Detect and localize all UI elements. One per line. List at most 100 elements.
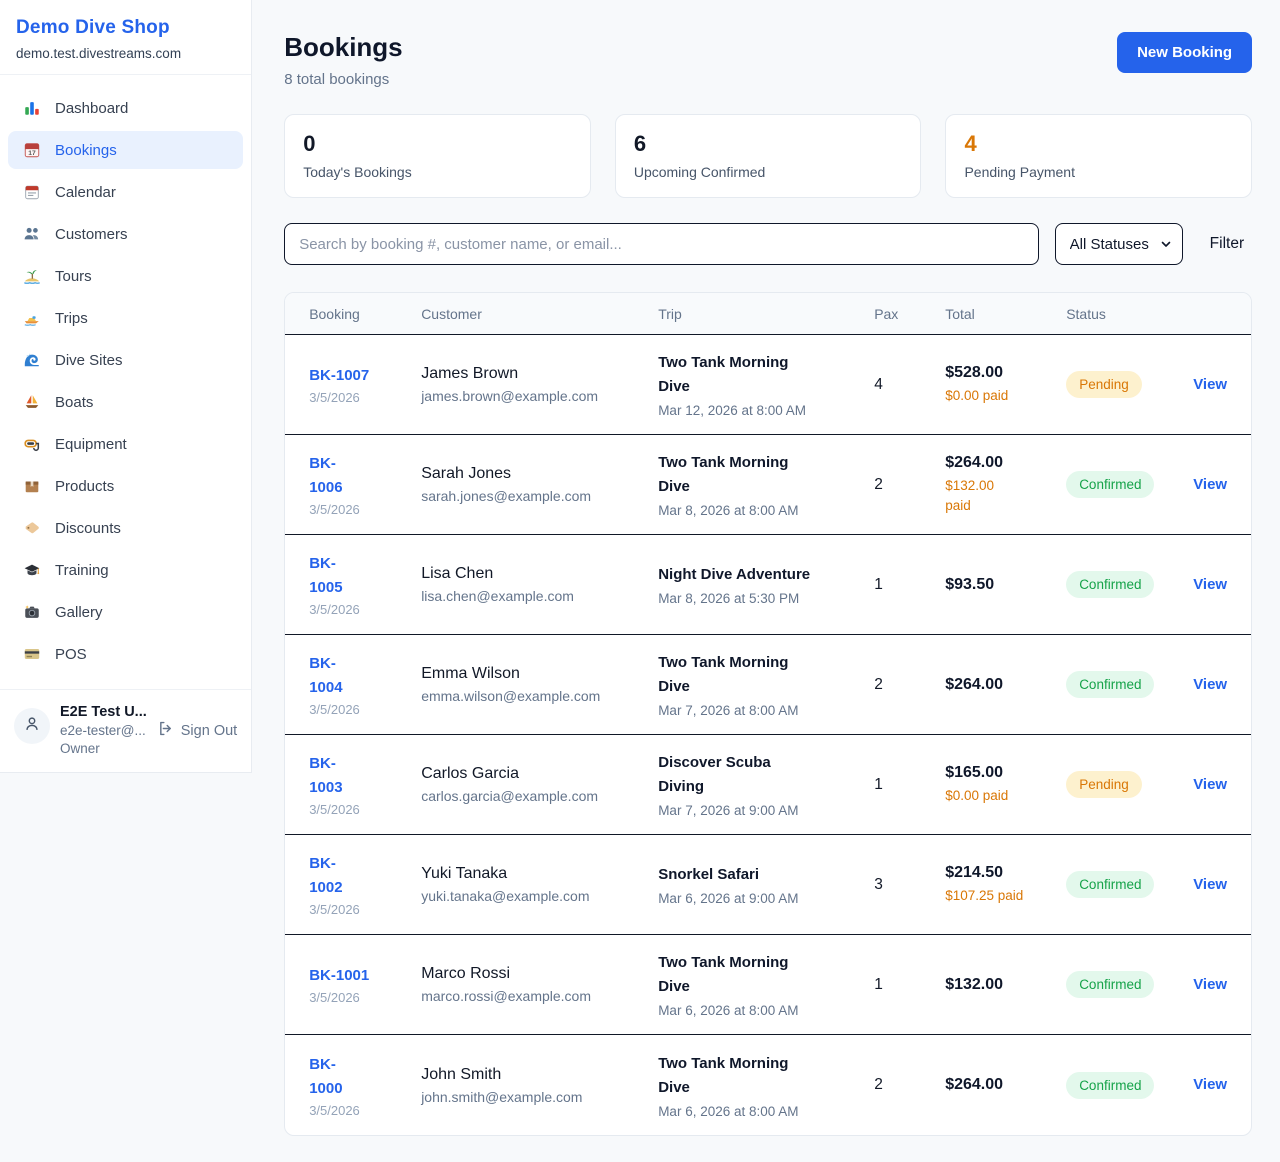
column-header-total: Total: [945, 306, 1066, 322]
status-badge: Confirmed: [1066, 871, 1154, 898]
brand-name[interactable]: Demo Dive Shop: [16, 17, 235, 39]
sidebar-item-dive-sites[interactable]: Dive Sites: [8, 341, 243, 379]
customer-name: Sarah Jones: [421, 465, 658, 483]
total-amount: $165.00: [945, 764, 1066, 782]
view-link[interactable]: View: [1193, 976, 1227, 993]
view-link[interactable]: View: [1193, 576, 1227, 593]
trip-name: Discover ScubaDiving: [658, 751, 874, 799]
paid-amount: $0.00 paid: [945, 786, 1066, 806]
stats-cards: 0 Today's Bookings 6 Upcoming Confirmed …: [284, 114, 1252, 198]
status-cell: Confirmed: [1066, 571, 1193, 598]
trip-cell: Discover ScubaDiving Mar 7, 2026 at 9:00…: [658, 751, 874, 818]
status-cell: Pending: [1066, 371, 1193, 398]
view-link[interactable]: View: [1193, 876, 1227, 893]
trip-datetime: Mar 7, 2026 at 8:00 AM: [658, 703, 874, 718]
sidebar-item-bookings[interactable]: 17 Bookings: [8, 131, 243, 169]
package-icon: [22, 476, 42, 496]
booking-id-link[interactable]: BK-1003: [309, 752, 421, 800]
page-header-text: Bookings 8 total bookings: [284, 32, 402, 88]
booking-id-link[interactable]: BK-1005: [309, 552, 421, 600]
trip-datetime: Mar 8, 2026 at 5:30 PM: [658, 591, 874, 606]
sidebar-item-discounts[interactable]: Discounts: [8, 509, 243, 547]
customer-email: marco.rossi@example.com: [421, 988, 658, 1004]
total-cell: $132.00: [945, 976, 1066, 994]
sign-out-button[interactable]: Sign Out: [157, 720, 237, 741]
sidebar-item-dashboard[interactable]: Dashboard: [8, 89, 243, 127]
view-link[interactable]: View: [1193, 776, 1227, 793]
actions-cell: View: [1193, 376, 1227, 394]
sidebar-item-products[interactable]: Products: [8, 467, 243, 505]
sidebar-item-boats[interactable]: Boats: [8, 383, 243, 421]
sidebar-item-equipment[interactable]: Equipment: [8, 425, 243, 463]
booking-id-link[interactable]: BK-1004: [309, 652, 421, 700]
trip-name: Two Tank MorningDive: [658, 351, 874, 399]
column-header-customer: Customer: [421, 306, 658, 322]
actions-cell: View: [1193, 1076, 1227, 1094]
status-badge: Confirmed: [1066, 671, 1154, 698]
customer-cell: Emma Wilson emma.wilson@example.com: [421, 665, 658, 704]
main-content: Bookings 8 total bookings New Booking 0 …: [252, 0, 1280, 1136]
search-input[interactable]: [284, 223, 1038, 265]
booking-cell: BK-1001 3/5/2026: [309, 964, 421, 1005]
total-amount: $93.50: [945, 576, 1066, 594]
pax-count: 2: [874, 476, 945, 494]
customer-email: emma.wilson@example.com: [421, 688, 658, 704]
booking-id-link[interactable]: BK-1006: [309, 452, 421, 500]
table-row: BK-1000 3/5/2026 John Smith john.smith@e…: [285, 1035, 1251, 1135]
sidebar-item-gallery[interactable]: Gallery: [8, 593, 243, 631]
table-row: BK-1003 3/5/2026 Carlos Garcia carlos.ga…: [285, 735, 1251, 835]
actions-cell: View: [1193, 576, 1227, 594]
sidebar-item-label: Products: [55, 478, 114, 495]
total-cell: $264.00: [945, 1076, 1066, 1094]
status-filter-select[interactable]: All Statuses: [1055, 223, 1183, 265]
booking-id-link[interactable]: BK-1000: [309, 1053, 421, 1101]
sidebar-item-customers[interactable]: Customers: [8, 215, 243, 253]
trip-name: Two Tank MorningDive: [658, 651, 874, 699]
pax-count: 3: [874, 876, 945, 894]
speedboat-icon: [22, 308, 42, 328]
booking-id-link[interactable]: BK-1007: [309, 364, 421, 388]
booking-date: 3/5/2026: [309, 990, 421, 1005]
page-header: Bookings 8 total bookings New Booking: [284, 32, 1252, 88]
stat-card-todays-bookings: 0 Today's Bookings: [284, 114, 591, 198]
customer-email: lisa.chen@example.com: [421, 588, 658, 604]
new-booking-button[interactable]: New Booking: [1117, 32, 1252, 73]
sidebar: Demo Dive Shop demo.test.divestreams.com…: [0, 0, 252, 773]
customer-cell: Lisa Chen lisa.chen@example.com: [421, 565, 658, 604]
pax-count: 2: [874, 676, 945, 694]
customer-cell: Marco Rossi marco.rossi@example.com: [421, 965, 658, 1004]
filter-button[interactable]: Filter: [1210, 235, 1244, 253]
trip-name: Two Tank MorningDive: [658, 951, 874, 999]
sidebar-item-trips[interactable]: Trips: [8, 299, 243, 337]
column-header-status: Status: [1066, 306, 1193, 322]
booking-cell: BK-1002 3/5/2026: [309, 852, 421, 917]
actions-cell: View: [1193, 976, 1227, 994]
diving-mask-icon: [22, 434, 42, 454]
status-badge: Confirmed: [1066, 1072, 1154, 1099]
view-link[interactable]: View: [1193, 676, 1227, 693]
stat-label: Pending Payment: [964, 164, 1233, 180]
sidebar-item-tours[interactable]: Tours: [8, 257, 243, 295]
sidebar-item-label: Dashboard: [55, 100, 128, 117]
booking-id-link[interactable]: BK-1001: [309, 964, 421, 988]
customer-name: Carlos Garcia: [421, 765, 658, 783]
view-link[interactable]: View: [1193, 1076, 1227, 1093]
booking-id-link[interactable]: BK-1002: [309, 852, 421, 900]
table-row: BK-1004 3/5/2026 Emma Wilson emma.wilson…: [285, 635, 1251, 735]
status-badge: Pending: [1066, 371, 1142, 398]
user-role: Owner: [60, 741, 147, 756]
booking-date: 3/5/2026: [309, 902, 421, 917]
sidebar-item-calendar[interactable]: Calendar: [8, 173, 243, 211]
sidebar-item-label: Training: [55, 562, 109, 579]
sidebar-item-label: Customers: [55, 226, 128, 243]
view-link[interactable]: View: [1193, 376, 1227, 393]
sidebar-item-training[interactable]: Training: [8, 551, 243, 589]
sidebar-item-label: Dive Sites: [55, 352, 123, 369]
stat-value: 4: [964, 131, 1233, 157]
table-row: BK-1005 3/5/2026 Lisa Chen lisa.chen@exa…: [285, 535, 1251, 635]
status-badge: Confirmed: [1066, 971, 1154, 998]
user-section: E2E Test U... e2e-tester@... Owner Sign …: [0, 689, 251, 772]
view-link[interactable]: View: [1193, 476, 1227, 493]
sidebar-item-pos[interactable]: POS: [8, 635, 243, 673]
sidebar-item-label: Calendar: [55, 184, 116, 201]
